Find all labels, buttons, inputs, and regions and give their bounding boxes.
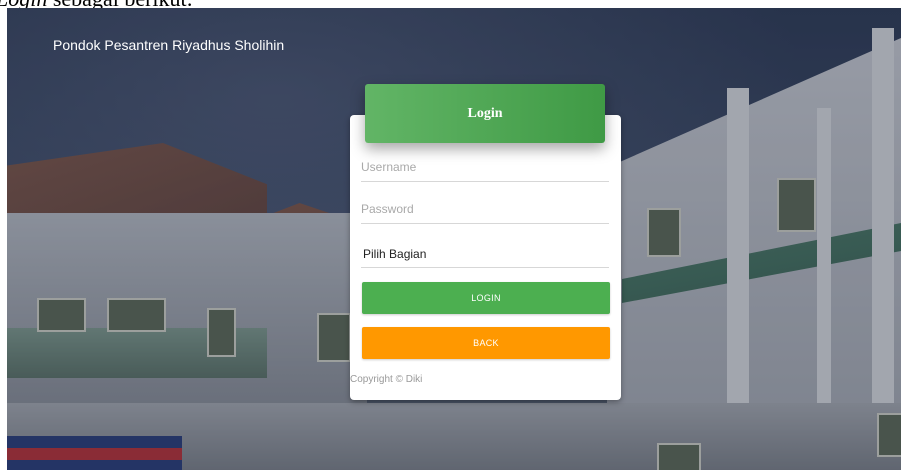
login-button[interactable]: LOGIN [362, 282, 610, 314]
username-input[interactable] [361, 153, 609, 182]
site-title: Pondok Pesantren Riyadhus Sholihin [53, 37, 285, 53]
back-button[interactable]: BACK [362, 327, 610, 359]
copyright-text: Copyright © Diki [350, 374, 423, 385]
bagian-select[interactable]: Pilih Bagian [361, 240, 609, 268]
password-input[interactable] [361, 195, 609, 224]
bagian-select-value: Pilih Bagian [363, 246, 427, 261]
login-card-title: Login [467, 105, 503, 121]
login-card-header: Login [365, 84, 605, 143]
